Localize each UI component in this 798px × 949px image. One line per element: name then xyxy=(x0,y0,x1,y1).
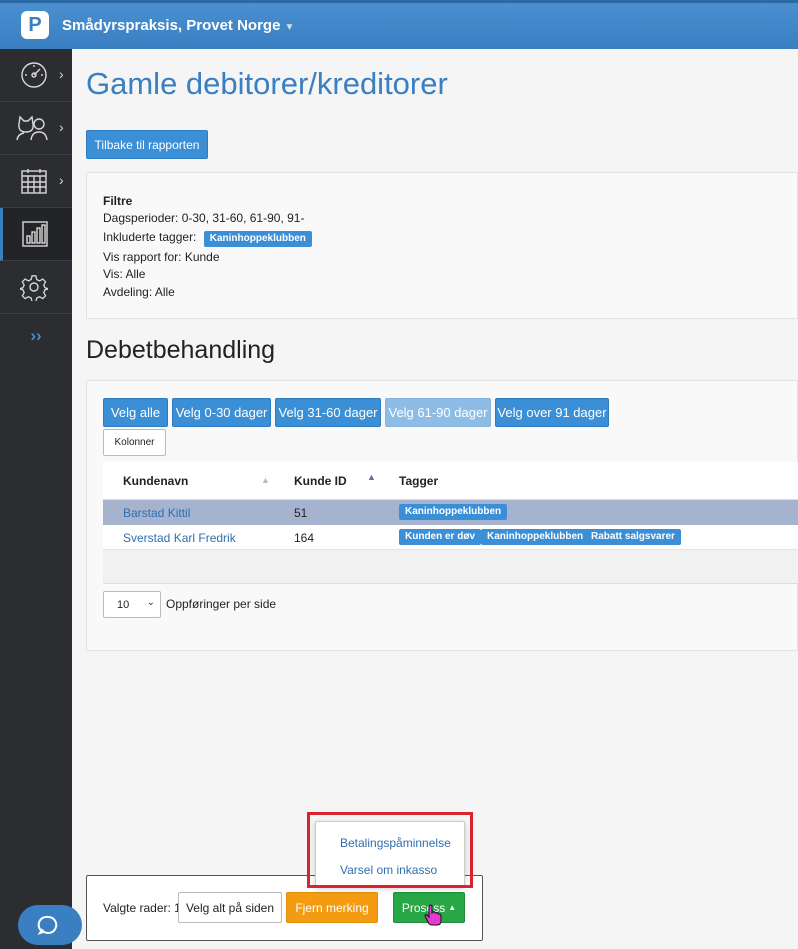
table-row[interactable]: Sverstad Karl Fredrik 164 Kunden er døv … xyxy=(103,525,798,550)
tag-badge: Kaninhoppeklubben xyxy=(481,529,590,545)
clear-selection-button[interactable]: Fjern merking xyxy=(286,892,378,923)
tag-badge: Kaninhoppeklubben xyxy=(399,504,508,520)
dashboard-gauge-icon xyxy=(21,62,47,88)
sidebar-item-patients[interactable]: › xyxy=(0,102,72,155)
select-0-30-button[interactable]: Velg 0-30 dager xyxy=(172,398,271,427)
page-size-select[interactable]: 10 ⌄ xyxy=(103,591,161,618)
filter-tags-label: Inkluderte tagger: xyxy=(103,230,197,244)
column-header-customer-name[interactable]: Kundenavn xyxy=(123,474,188,488)
page-size-label: Oppføringer per side xyxy=(166,597,277,611)
customer-id: 164 xyxy=(294,531,315,545)
reports-chart-icon xyxy=(22,221,48,247)
filter-day-periods: Dagsperioder: 0-30, 31-60, 61-90, 91- xyxy=(103,211,305,225)
table-header: Kundenavn ▲ Kunde ID ▲ Tagger xyxy=(103,462,798,500)
filter-department: Avdeling: Alle xyxy=(103,285,175,299)
column-header-customer-id[interactable]: Kunde ID xyxy=(294,474,347,488)
caret-up-icon: ▲ xyxy=(448,902,457,912)
customer-name-link[interactable]: Sverstad Karl Fredrik xyxy=(123,531,236,545)
sidebar-item-dashboard[interactable]: › xyxy=(0,49,72,102)
tag-badge: Kunden er døv xyxy=(399,529,482,545)
chevron-right-icon: › xyxy=(59,119,64,135)
sort-both-icon[interactable]: ▲ xyxy=(261,475,270,485)
sidebar-item-calendar[interactable]: › xyxy=(0,155,72,208)
selected-rows-count: Valgte rader: 1 xyxy=(103,901,181,915)
highlight-box xyxy=(307,812,473,888)
section-title: Debetbehandling xyxy=(86,336,276,364)
clinic-name: Smådyrspraksis, Provet Norge xyxy=(62,17,281,34)
columns-button[interactable]: Kolonner xyxy=(103,429,166,456)
page-title: Gamle debitorer/kreditorer xyxy=(86,66,448,101)
filter-tags: Inkluderte tagger: Kaninhoppeklubben xyxy=(103,230,312,247)
select-31-60-button[interactable]: Velg 31-60 dager xyxy=(275,398,381,427)
page-size-value: 10 xyxy=(117,599,130,611)
top-bar: P Smådyrspraksis, Provet Norge ▼ xyxy=(0,0,798,49)
select-over-91-button[interactable]: Velg over 91 dager xyxy=(495,398,609,427)
caret-down-icon: ▼ xyxy=(284,22,295,33)
column-header-tags: Tagger xyxy=(399,474,439,488)
customer-id: 51 xyxy=(294,506,308,520)
provet-logo-icon[interactable]: P xyxy=(21,11,49,39)
select-61-90-button[interactable]: Velg 61-90 dager xyxy=(385,398,491,427)
sidebar-item-reports[interactable] xyxy=(0,208,72,261)
chat-bubble-icon xyxy=(37,915,58,935)
hand-cursor-icon xyxy=(424,904,442,926)
chevron-right-icon: › xyxy=(59,172,64,188)
customer-name-link[interactable]: Barstad Kittil xyxy=(123,506,190,520)
sort-ascending-icon[interactable]: ▲ xyxy=(367,472,376,482)
table-row[interactable]: Barstad Kittil 51 Kaninhoppeklubben xyxy=(103,500,798,525)
back-to-report-button[interactable]: Tilbake til rapporten xyxy=(86,130,208,159)
clinic-switcher[interactable]: Smådyrspraksis, Provet Norge ▼ xyxy=(62,17,294,34)
tag-badge: Kaninhoppeklubben xyxy=(203,231,312,247)
settings-gear-icon xyxy=(20,275,48,301)
chevron-right-icon: › xyxy=(59,66,64,82)
calendar-icon xyxy=(21,169,47,194)
tag-badge: Rabatt salgsvarer xyxy=(585,529,681,545)
sidebar: › › › ›› xyxy=(0,49,72,949)
filter-show: Vis: Alle xyxy=(103,267,146,281)
sidebar-item-settings[interactable] xyxy=(0,261,72,314)
chevron-down-icon: ⌄ xyxy=(146,597,155,608)
select-all-on-page-button[interactable]: Velg alt på siden xyxy=(178,892,282,923)
patients-icon xyxy=(16,115,48,141)
select-all-button[interactable]: Velg alle xyxy=(103,398,168,427)
filters-heading: Filtre xyxy=(103,194,133,208)
filter-report-for: Vis rapport for: Kunde xyxy=(103,250,220,264)
sidebar-expand-button[interactable]: ›› xyxy=(0,316,72,356)
table-footer xyxy=(103,550,798,584)
chat-button[interactable] xyxy=(18,905,82,945)
